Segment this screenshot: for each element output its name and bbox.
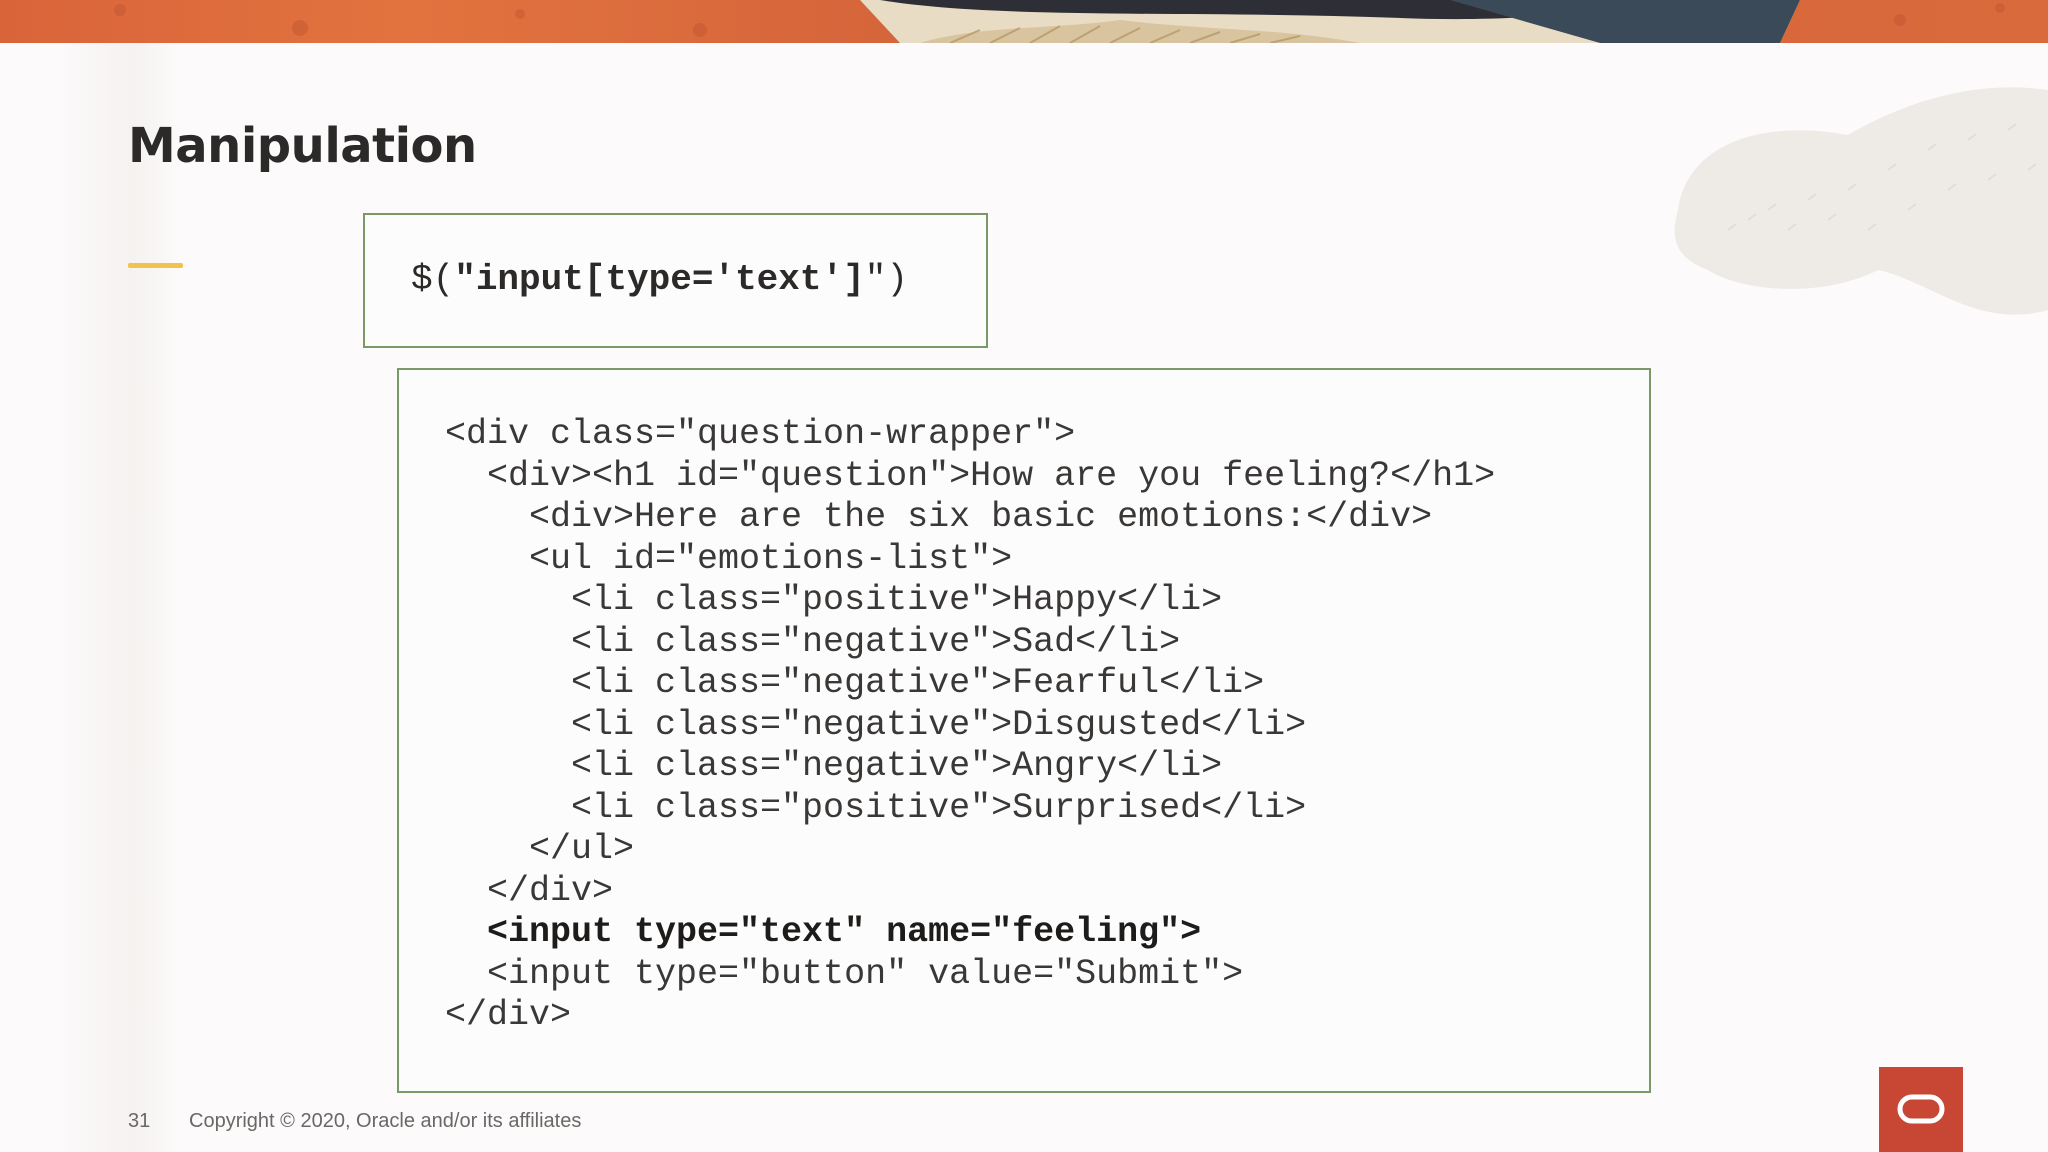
accent-bar <box>128 263 183 268</box>
code-line: <li class="negative">Fearful</li> <box>445 663 1265 703</box>
banner-art <box>114 0 2005 43</box>
code-line: </ul> <box>445 829 635 869</box>
oracle-logo <box>1879 1067 1963 1152</box>
top-decorative-banner <box>0 0 2048 43</box>
code-line: <div class="question-wrapper"> <box>445 414 1076 454</box>
code-line: <ul id="emotions-list"> <box>445 538 1013 579</box>
code-line: <li class="negative">Angry</li> <box>445 746 1223 786</box>
code-line: <li class="positive">Happy</li> <box>445 580 1223 620</box>
copyright-text: Copyright © 2020, Oracle and/or its affi… <box>189 1110 582 1132</box>
code-line: <input type="button" value="Submit"> <box>445 953 1244 994</box>
code-line: </div> <box>445 995 572 1035</box>
slide-title: Manipulation <box>128 118 477 174</box>
selector-quote-close: " <box>864 259 887 300</box>
code-line: <li class="negative">Sad</li> <box>445 621 1181 662</box>
selector-bold-text: input[type='text'] <box>475 259 865 300</box>
oracle-logo-icon <box>1897 1094 1945 1124</box>
selector-prefix: $( <box>411 259 455 300</box>
selector-code: $("input[type='text']") <box>411 259 908 300</box>
code-line-highlighted: <input type="text" name="feeling"> <box>445 912 1202 952</box>
code-line: <li class="positive">Surprised</li> <box>445 787 1307 828</box>
watermark-pattern <box>1674 87 2048 315</box>
code-line: <li class="negative">Disgusted</li> <box>445 704 1307 745</box>
code-line: </div> <box>445 870 614 911</box>
code-line: <div><h1 id="question">How are you feeli… <box>445 455 1496 496</box>
selector-quote-open: " <box>454 259 476 300</box>
left-fade-panel <box>60 43 180 1152</box>
html-code-box: <div class="question-wrapper"> <div><h1 … <box>397 368 1651 1093</box>
code-line: <div>Here are the six basic emotions:</d… <box>445 497 1433 537</box>
code-lines: <div class="question-wrapper"> <div><h1 … <box>445 414 1495 1037</box>
selector-suffix: ) <box>886 259 908 300</box>
selector-code-box: $("input[type='text']") <box>363 213 988 348</box>
page-number: 31 <box>128 1110 151 1132</box>
